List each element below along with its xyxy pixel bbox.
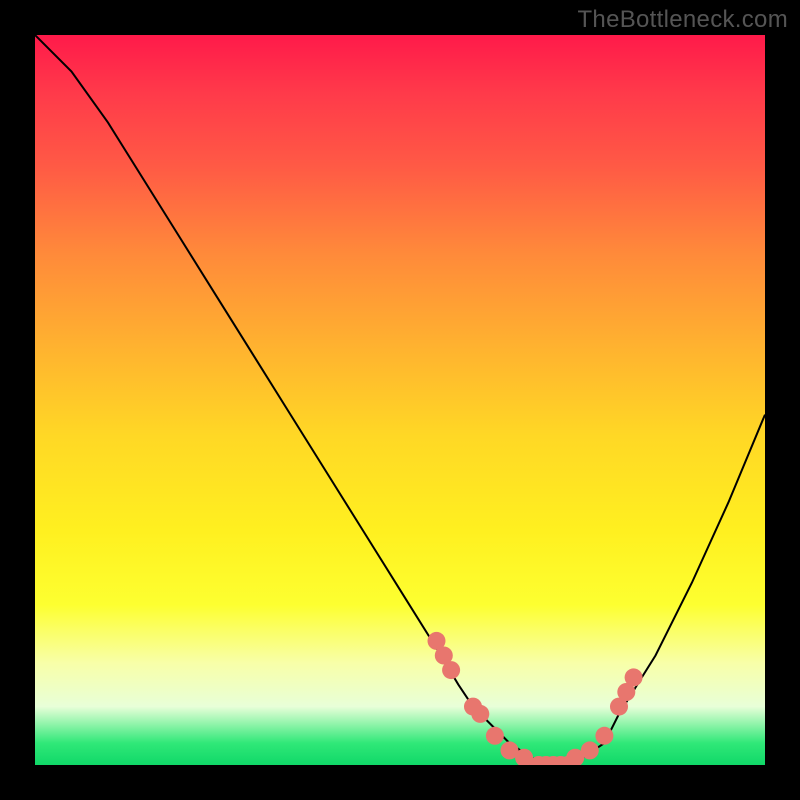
marker-dot (471, 705, 489, 723)
watermark-text: TheBottleneck.com (577, 6, 788, 34)
chart-plot-area (35, 35, 765, 765)
bottleneck-curve-line (35, 35, 765, 765)
marker-dot (486, 727, 504, 745)
marker-dot (442, 661, 460, 679)
chart-svg (35, 35, 765, 765)
highlighted-markers-group (428, 632, 643, 765)
marker-dot (581, 741, 599, 759)
marker-dot (625, 668, 643, 686)
marker-dot (595, 727, 613, 745)
